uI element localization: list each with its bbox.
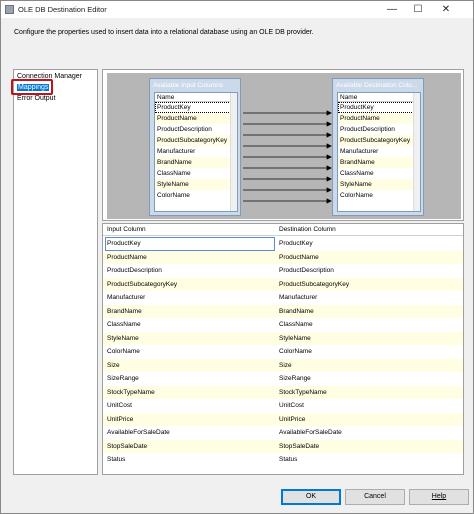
dest-list-header: Name [338, 93, 420, 102]
destination-column-item[interactable]: ProductDescription [338, 124, 420, 135]
close-button[interactable]: ✕ [435, 2, 457, 17]
dest-box-title: Available Destination Colu... [336, 82, 418, 89]
destination-column-cell[interactable]: SizeRange [279, 375, 311, 382]
input-column-cell[interactable]: Size [107, 362, 120, 369]
grid-header-input-column[interactable]: Input Column [107, 226, 146, 233]
input-column-cell[interactable]: StyleName [107, 335, 139, 342]
grid-row[interactable]: StopSaleDate StopSaleDate [103, 439, 463, 453]
destination-column-cell[interactable]: ClassName [279, 321, 313, 328]
grid-row[interactable]: ProductName ProductName [103, 250, 463, 264]
input-list-scrollbar[interactable] [230, 93, 237, 211]
mapping-diagram-panel: Available Input Columns Name ProductKey … [102, 69, 464, 221]
help-button[interactable]: Help [409, 489, 469, 505]
column-mapping-grid: Input Column Destination Column ProductK… [102, 223, 464, 475]
grid-header-destination-column[interactable]: Destination Column [279, 226, 336, 233]
input-column-item[interactable]: ProductSubcategoryKey [155, 135, 237, 146]
destination-column-cell[interactable]: Size [279, 362, 292, 369]
grid-row[interactable]: BrandName BrandName [103, 304, 463, 318]
help-button-label: Help [431, 493, 447, 500]
maximize-button[interactable]: ☐ [407, 2, 429, 17]
input-column-cell[interactable]: StockTypeName [107, 389, 155, 396]
available-input-columns-box[interactable]: Available Input Columns Name ProductKey … [149, 78, 241, 216]
destination-column-item[interactable]: ProductName [338, 113, 420, 124]
input-columns-list[interactable]: Name ProductKey ProductName ProductDescr… [154, 92, 238, 212]
minimize-button[interactable]: — [381, 2, 403, 17]
input-column-item[interactable]: ProductDescription [155, 124, 237, 135]
input-column-item[interactable]: Manufacturer [155, 146, 237, 157]
destination-column-item[interactable]: ColorName [338, 190, 420, 201]
destination-column-item[interactable]: BrandName [338, 157, 420, 168]
destination-column-item[interactable]: ProductSubcategoryKey [338, 135, 420, 146]
input-box-title: Available Input Columns [153, 82, 223, 89]
grid-row[interactable]: Size Size [103, 358, 463, 372]
grid-row[interactable]: ClassName ClassName [103, 318, 463, 332]
description-text: Configure the properties used to insert … [14, 29, 314, 36]
destination-column-cell[interactable]: StopSaleDate [279, 443, 319, 450]
input-column-item[interactable]: ColorName [155, 190, 237, 201]
input-column-cell[interactable]: AvailableForSaleDate [107, 429, 170, 436]
input-column-cell[interactable]: BrandName [107, 308, 142, 315]
ok-button[interactable]: OK [281, 489, 341, 505]
destination-column-cell[interactable]: ProductName [279, 254, 319, 261]
destination-column-cell[interactable]: ProductDescription [279, 267, 334, 274]
destination-column-item[interactable]: ClassName [338, 168, 420, 179]
destination-column-cell[interactable]: Manufacturer [279, 294, 317, 301]
dest-list-scrollbar[interactable] [413, 93, 420, 211]
grid-row[interactable]: StyleName StyleName [103, 331, 463, 345]
input-column-cell[interactable]: UnitPrice [107, 416, 133, 423]
grid-row[interactable]: UnitCost UnitCost [103, 399, 463, 413]
input-column-item[interactable]: ProductName [155, 113, 237, 124]
grid-row[interactable]: ProductSubcategoryKey ProductSubcategoryK… [103, 277, 463, 291]
input-column-cell[interactable]: ProductSubcategoryKey [107, 281, 177, 288]
input-column-item[interactable]: StyleName [155, 179, 237, 190]
destination-column-cell[interactable]: ProductKey [279, 240, 313, 247]
navigation-pane: Connection Manager Mappings Error Output [13, 69, 98, 475]
destination-column-cell[interactable]: StyleName [279, 335, 311, 342]
input-list-header: Name [155, 93, 237, 102]
destination-column-cell[interactable]: BrandName [279, 308, 314, 315]
destination-column-cell[interactable]: UnitCost [279, 402, 304, 409]
input-column-cell[interactable]: Manufacturer [107, 294, 145, 301]
destination-column-cell[interactable]: StockTypeName [279, 389, 327, 396]
available-destination-columns-box[interactable]: Available Destination Colu... Name Produ… [332, 78, 424, 216]
input-column-cell[interactable]: ColorName [107, 348, 140, 355]
grid-row[interactable]: ColorName ColorName [103, 345, 463, 359]
grid-row[interactable]: StockTypeName StockTypeName [103, 385, 463, 399]
input-column-cell[interactable]: StopSaleDate [107, 443, 147, 450]
cancel-button[interactable]: Cancel [345, 489, 405, 505]
grid-row[interactable]: Manufacturer Manufacturer [103, 291, 463, 305]
mappings-highlight-annotation [11, 79, 53, 95]
destination-column-item[interactable]: Manufacturer [338, 146, 420, 157]
grid-row[interactable]: AvailableForSaleDate AvailableForSaleDate [103, 426, 463, 440]
destination-columns-list[interactable]: Name ProductKey ProductName ProductDescr… [337, 92, 421, 212]
input-column-cell[interactable]: SizeRange [107, 375, 139, 382]
input-column-item[interactable]: ClassName [155, 168, 237, 179]
destination-column-cell[interactable]: AvailableForSaleDate [279, 429, 342, 436]
input-column-cell[interactable]: ProductDescription [107, 267, 162, 274]
title-bar[interactable]: OLE DB Destination Editor — ☐ ✕ [1, 1, 473, 18]
destination-column-item[interactable]: ProductKey [338, 102, 420, 113]
window-title: OLE DB Destination Editor [18, 5, 107, 14]
destination-column-item[interactable]: StyleName [338, 179, 420, 190]
nav-item-error-output[interactable]: Error Output [17, 95, 56, 102]
destination-column-cell[interactable]: UnitPrice [279, 416, 305, 423]
app-icon [5, 5, 14, 14]
input-column-item[interactable]: ProductKey [155, 102, 237, 113]
destination-column-cell[interactable]: Status [279, 456, 297, 463]
grid-row[interactable]: UnitPrice UnitPrice [103, 412, 463, 426]
input-column-item[interactable]: BrandName [155, 157, 237, 168]
grid-row[interactable]: SizeRange SizeRange [103, 372, 463, 386]
grid-row[interactable]: ProductDescription ProductDescription [103, 264, 463, 278]
destination-column-cell[interactable]: ColorName [279, 348, 312, 355]
input-column-cell[interactable]: Status [107, 456, 125, 463]
grid-row[interactable]: Status Status [103, 453, 463, 467]
input-column-cell[interactable]: ClassName [107, 321, 141, 328]
mapping-diagram[interactable]: Available Input Columns Name ProductKey … [107, 73, 461, 219]
input-column-cell[interactable]: UnitCost [107, 402, 132, 409]
active-cell-outline [105, 237, 275, 251]
editor-window: OLE DB Destination Editor — ☐ ✕ Configur… [0, 0, 474, 514]
destination-column-cell[interactable]: ProductSubcategoryKey [279, 281, 349, 288]
input-column-cell[interactable]: ProductName [107, 254, 147, 261]
grid-header: Input Column Destination Column [103, 224, 463, 236]
